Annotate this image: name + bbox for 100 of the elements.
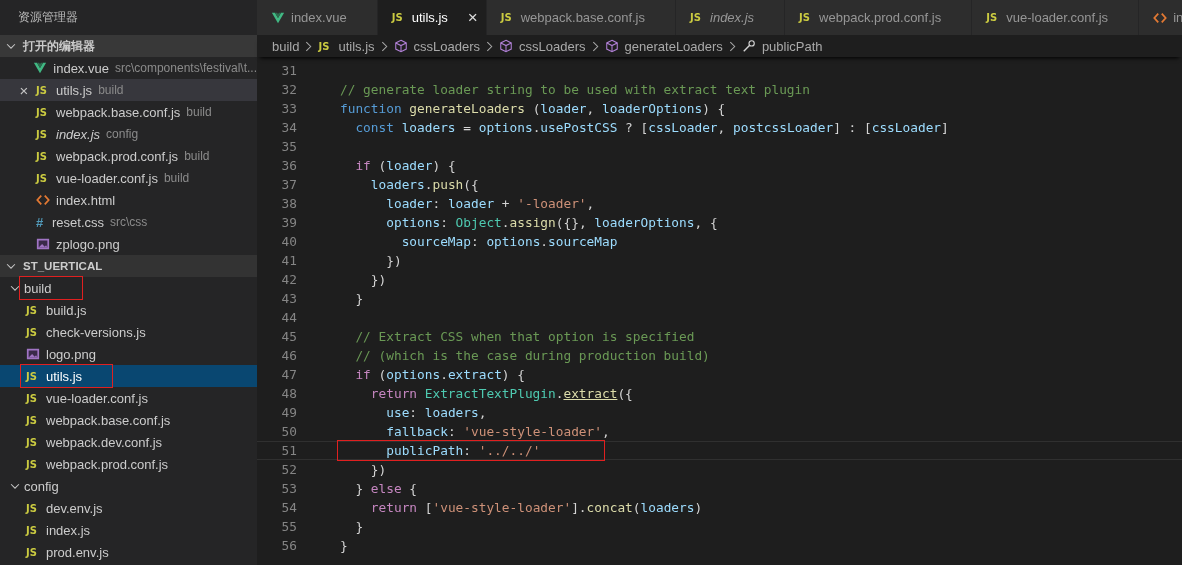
js-file-icon: JS	[36, 84, 50, 96]
close-icon[interactable]: ×	[16, 81, 32, 99]
chevron-right-icon	[486, 40, 494, 52]
code-line: if (options.extract) {	[354, 367, 525, 382]
file-item[interactable]: JS webpack.prod.conf.js	[0, 453, 257, 475]
editor-tab[interactable]: JS webpack.base.conf.js	[486, 0, 676, 35]
angle-brackets-icon	[36, 193, 50, 207]
file-item[interactable]: JS webpack.base.conf.js	[0, 409, 257, 431]
js-file-icon: JS	[36, 172, 50, 184]
angle-brackets-icon	[1153, 10, 1168, 25]
editor-tab[interactable]: index.vue	[257, 0, 378, 35]
line-number: 54	[280, 500, 297, 515]
js-file-icon: JS	[26, 370, 40, 382]
editor-tab[interactable]: JS vue-loader.conf.js	[972, 0, 1140, 35]
js-file-icon: JS	[26, 326, 40, 338]
line-number: 53	[280, 481, 297, 496]
cube-icon	[393, 39, 408, 53]
line-number: 31	[280, 63, 297, 78]
line-number: 50	[280, 424, 297, 439]
file-item[interactable]: JS dev.env.js	[0, 497, 257, 519]
file-item[interactable]: JS utils.js	[0, 365, 257, 387]
file-item[interactable]: JS vue-loader.conf.js	[0, 387, 257, 409]
breadcrumb-item[interactable]: cssLoaders	[393, 38, 481, 54]
code-line: use: loaders,	[385, 405, 487, 420]
breadcrumb-item[interactable]: build	[272, 38, 300, 54]
code-line: if (loader) {	[354, 158, 456, 173]
code-line: })	[369, 272, 387, 287]
code-line: sourceMap: options.sourceMap	[400, 234, 618, 249]
image-icon	[36, 237, 50, 251]
section-header[interactable]: ST_UERTICAL	[0, 255, 257, 277]
chevron-right-icon	[591, 40, 599, 52]
js-file-icon: JS	[26, 436, 40, 448]
code-line: options: Object.assign({}, loaderOptions, {	[385, 215, 718, 230]
js-file-icon: JS	[500, 12, 515, 23]
code-line: fallback: 'vue-style-loader',	[385, 424, 610, 439]
chevron-right-icon	[728, 40, 736, 52]
vue-file-icon	[33, 61, 48, 75]
line-number: 45	[280, 329, 297, 344]
js-file-icon: JS	[26, 392, 40, 404]
open-editor-item[interactable]: × JS utils.js build	[0, 79, 257, 101]
breadcrumb-item[interactable]: generateLoaders	[604, 38, 723, 54]
js-file-icon: JS	[690, 12, 704, 23]
js-file-icon: JS	[36, 150, 50, 162]
line-number: 39	[280, 215, 297, 230]
file-item[interactable]: JS check-versions.js	[0, 321, 257, 343]
open-editor-item[interactable]: JS webpack.base.conf.js build	[0, 101, 257, 123]
file-item[interactable]: logo.png	[0, 343, 257, 365]
folder-item[interactable]: build	[0, 277, 257, 299]
code-line: // Extract CSS when that option is specified	[354, 329, 695, 344]
code-line: }	[340, 538, 348, 553]
js-file-icon: JS	[26, 304, 40, 316]
line-number: 36	[280, 158, 297, 173]
editor-tab[interactable]: JS webpack.prod.conf.js	[785, 0, 973, 35]
line-number: 48	[280, 386, 297, 401]
editor-tab[interactable]: in	[1139, 0, 1182, 35]
js-file-icon: JS	[26, 524, 40, 536]
line-number: 55	[280, 519, 297, 534]
line-number: 40	[280, 234, 297, 249]
breadcrumb-item[interactable]: JS utils.js	[318, 38, 375, 54]
open-editor-item[interactable]: index.html	[0, 189, 257, 211]
close-icon[interactable]: ×	[467, 7, 478, 28]
line-number: 52	[280, 462, 297, 477]
sidebar-title: 资源管理器	[17, 9, 79, 26]
code-line: }	[354, 291, 364, 306]
line-number: 38	[280, 196, 297, 211]
code-line: publicPath: '../../'	[340, 443, 603, 458]
folder-item[interactable]: config	[0, 475, 257, 497]
open-editor-item[interactable]: zplogo.png	[0, 233, 257, 255]
image-icon	[26, 347, 40, 361]
js-file-icon: JS	[318, 40, 333, 52]
open-editor-item[interactable]: # reset.css src\css	[0, 211, 257, 233]
editor-tab[interactable]: JS utils.js ×	[377, 0, 487, 35]
open-editor-item[interactable]: JS index.js config	[0, 123, 257, 145]
chevron-right-icon	[380, 40, 388, 52]
line-number: 33	[280, 101, 297, 116]
js-file-icon: JS	[26, 546, 40, 558]
line-number: 47	[280, 367, 297, 382]
breadcrumb-item[interactable]: cssLoaders	[499, 38, 586, 54]
js-file-icon: JS	[26, 458, 40, 470]
line-number: 49	[280, 405, 297, 420]
open-editor-item[interactable]: JS vue-loader.conf.js build	[0, 167, 257, 189]
file-item[interactable]: JS prod.env.js	[0, 541, 257, 563]
vue-file-icon	[271, 10, 285, 25]
breadcrumb-item[interactable]: publicPath	[741, 38, 823, 54]
line-number: 41	[280, 253, 297, 268]
line-number: 37	[280, 177, 297, 192]
section-header[interactable]: 打开的编辑器	[0, 35, 257, 57]
file-item[interactable]: JS build.js	[0, 299, 257, 321]
file-item[interactable]: JS webpack.dev.conf.js	[0, 431, 257, 453]
code-line: // generate loader string to be used with extract text plugin	[340, 82, 810, 97]
line-number: 32	[280, 82, 297, 97]
code-line: loader: loader + '-loader',	[385, 196, 595, 211]
js-file-icon: JS	[986, 12, 1001, 23]
js-file-icon: JS	[799, 12, 814, 23]
code-line: }	[354, 519, 364, 534]
editor-tab[interactable]: JS index.js	[676, 0, 786, 35]
code-line: const loaders = options.usePostCSS ? [cssLoader, postcssLoader] : [cssLoader]	[354, 120, 949, 135]
file-item[interactable]: JS index.js	[0, 519, 257, 541]
open-editor-item[interactable]: index.vue src\components\festival\t...	[0, 57, 257, 79]
open-editor-item[interactable]: JS webpack.prod.conf.js build	[0, 145, 257, 167]
